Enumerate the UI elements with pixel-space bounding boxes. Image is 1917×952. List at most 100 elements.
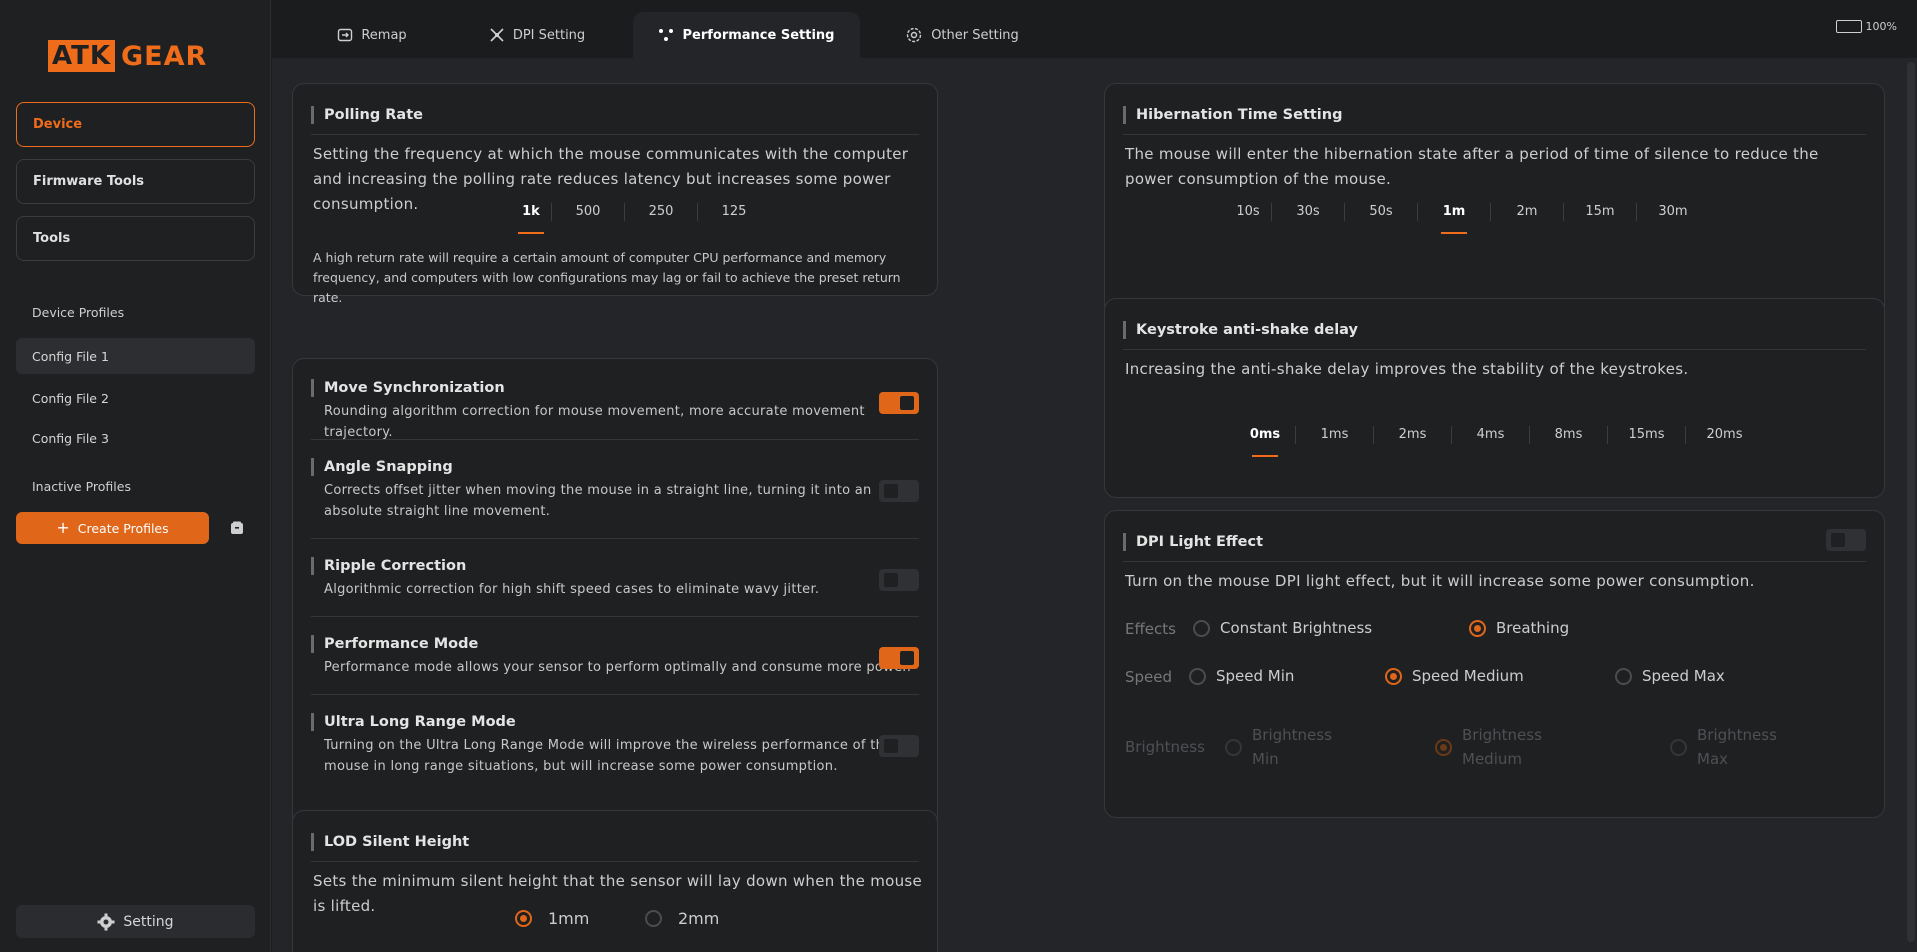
hibernation-description: The mouse will enter the hibernation sta… <box>1125 145 1819 188</box>
hibernation-option-30s[interactable]: 30s <box>1272 202 1344 222</box>
performance-icon <box>659 29 674 41</box>
anti-shake-description: Increasing the anti-shake delay improves… <box>1125 360 1689 378</box>
lod-option-1mm[interactable]: 1mm <box>515 909 589 928</box>
performance-content: Polling Rate Setting the frequency at wh… <box>272 58 1917 952</box>
feature-description: Corrects offset jitter when moving the m… <box>324 483 872 519</box>
hibernation-option-50s[interactable]: 50s <box>1345 202 1417 222</box>
anti-shake-option-4ms[interactable]: 4ms <box>1452 425 1529 445</box>
dpi-icon <box>490 28 504 42</box>
atk-gear-logo: ATK GEAR <box>48 40 207 72</box>
anti-shake-option-15ms[interactable]: 15ms <box>1608 425 1685 445</box>
battery-icon <box>1835 20 1862 33</box>
battery-level: 100% <box>1865 20 1897 33</box>
hibernation-option-30m[interactable]: 30m <box>1637 202 1709 222</box>
sidebar: ATK GEAR Device Firmware Tools Tools Dev… <box>0 0 271 952</box>
feature-move-synchronization: Move Synchronization Rounding algorithm … <box>311 379 919 440</box>
lod-option-label: 1mm <box>548 909 590 928</box>
ripple-correction-toggle[interactable] <box>879 569 919 591</box>
speed-min[interactable]: Speed Min <box>1189 667 1294 685</box>
create-profiles-label: Create Profiles <box>77 520 169 536</box>
hibernation-option-2m[interactable]: 2m <box>1491 202 1563 222</box>
brightness-option-label: Brightness Min <box>1252 726 1332 768</box>
brightness-medium[interactable]: Brightness Medium <box>1435 723 1552 771</box>
hibernation-option-10s[interactable]: 10s <box>1225 202 1271 222</box>
brightness-row: Brightness Brightness Min Brightness Med… <box>1125 723 1865 771</box>
nav-firmware-tools[interactable]: Firmware Tools <box>16 159 255 204</box>
radio-unselected-icon <box>1225 738 1242 756</box>
hibernation-option-1m[interactable]: 1m <box>1418 202 1490 222</box>
archive-icon[interactable] <box>229 520 245 536</box>
effect-label: Breathing <box>1496 619 1570 637</box>
brightness-label: Brightness <box>1125 738 1205 756</box>
move-sync-toggle[interactable] <box>879 392 919 414</box>
profile-item-1[interactable]: Config File 1 <box>16 338 255 374</box>
logo-mark: ATK <box>48 40 115 72</box>
feature-title: Ripple Correction <box>311 557 466 575</box>
polling-option-125[interactable]: 125 <box>698 202 770 222</box>
feature-title: Ultra Long Range Mode <box>311 713 516 731</box>
anti-shake-option-0ms[interactable]: 0ms <box>1235 425 1295 445</box>
speed-medium[interactable]: Speed Medium <box>1385 667 1524 685</box>
mouse-features-card: Move Synchronization Rounding algorithm … <box>292 358 938 856</box>
performance-mode-toggle[interactable] <box>879 647 919 669</box>
brightness-min[interactable]: Brightness Min <box>1225 723 1342 771</box>
nav-device[interactable]: Device <box>16 102 255 147</box>
speed-max[interactable]: Speed Max <box>1615 667 1725 685</box>
effects-label: Effects <box>1125 620 1176 638</box>
brightness-option-label: Brightness Max <box>1697 726 1777 768</box>
tab-dpi-label: DPI Setting <box>512 27 586 43</box>
device-profiles-heading: Device Profiles <box>32 305 125 320</box>
speed-option-label: Speed Max <box>1642 667 1725 685</box>
setting-button[interactable]: Setting <box>16 905 255 938</box>
hibernation-option-15m[interactable]: 15m <box>1564 202 1636 222</box>
feature-description: Rounding algorithm correction for mouse … <box>324 404 865 440</box>
polling-option-500[interactable]: 500 <box>552 202 624 222</box>
tab-other-setting[interactable]: Other Setting <box>892 12 1032 58</box>
radio-unselected-icon <box>1193 619 1210 637</box>
feature-description: Algorithmic correction for high shift sp… <box>324 582 820 597</box>
radio-selected-icon <box>1469 619 1486 637</box>
tab-performance-label: Performance Setting <box>682 27 835 43</box>
dpi-light-toggle[interactable] <box>1826 529 1866 551</box>
logo-text: GEAR <box>121 40 208 72</box>
polling-rate-title: Polling Rate <box>311 106 423 124</box>
tab-dpi-setting[interactable]: DPI Setting <box>472 12 602 58</box>
speed-option-label: Speed Medium <box>1412 667 1524 685</box>
nav-tools[interactable]: Tools <box>16 216 255 261</box>
profile-item-3[interactable]: Config File 3 <box>16 420 255 456</box>
create-profiles-button[interactable]: + Create Profiles <box>16 512 209 544</box>
anti-shake-option-20ms[interactable]: 20ms <box>1686 425 1763 445</box>
hibernation-options: 10s 30s 50s 1m 2m 15m 30m <box>1225 202 1709 222</box>
brightness-max[interactable]: Brightness Max <box>1670 723 1787 771</box>
battery-indicator: 100% <box>1835 20 1897 33</box>
ultra-long-range-toggle[interactable] <box>879 735 919 757</box>
feature-ripple-correction: Ripple Correction Algorithmic correction… <box>311 557 919 607</box>
feature-description: Performance mode allows your sensor to p… <box>324 660 912 675</box>
anti-shake-option-2ms[interactable]: 2ms <box>1374 425 1451 445</box>
profile-item-2[interactable]: Config File 2 <box>16 380 255 416</box>
anti-shake-option-8ms[interactable]: 8ms <box>1530 425 1607 445</box>
feature-title: Move Synchronization <box>311 379 505 397</box>
hibernation-title: Hibernation Time Setting <box>1123 106 1342 124</box>
gear-icon <box>907 27 922 43</box>
radio-selected-icon <box>1435 738 1452 756</box>
lod-option-2mm[interactable]: 2mm <box>645 909 719 928</box>
radio-unselected-icon <box>1615 667 1632 685</box>
polling-option-1k[interactable]: 1k <box>511 202 551 222</box>
tab-other-label: Other Setting <box>931 27 1019 43</box>
effect-constant-brightness[interactable]: Constant Brightness <box>1193 619 1372 637</box>
effect-breathing[interactable]: Breathing <box>1469 619 1569 637</box>
effects-row: Effects Constant Brightness Breathing <box>1125 617 1865 641</box>
speed-row: Speed Speed Min Speed Medium Speed Max <box>1125 665 1865 689</box>
dpi-light-effect-card: DPI Light Effect Turn on the mouse DPI l… <box>1104 510 1885 818</box>
lod-description: Sets the minimum silent height that the … <box>313 872 923 915</box>
anti-shake-options: 0ms 1ms 2ms 4ms 8ms 15ms 20ms <box>1235 425 1763 445</box>
remap-icon <box>338 28 353 42</box>
plus-icon: + <box>56 518 70 537</box>
angle-snapping-toggle[interactable] <box>879 480 919 502</box>
anti-shake-option-1ms[interactable]: 1ms <box>1296 425 1373 445</box>
content-scrollbar[interactable] <box>1907 62 1915 942</box>
polling-option-250[interactable]: 250 <box>625 202 697 222</box>
tab-remap[interactable]: Remap <box>312 12 432 58</box>
tab-performance-setting[interactable]: Performance Setting <box>633 12 860 58</box>
